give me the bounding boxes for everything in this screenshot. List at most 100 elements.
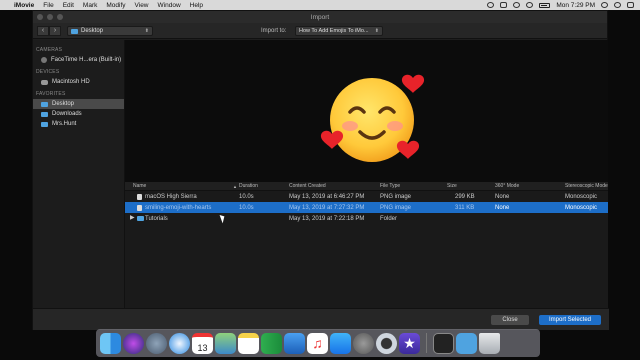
siri-icon[interactable] <box>123 332 144 354</box>
sidebar-item-home[interactable]: Mrs.Hunt <box>33 119 124 129</box>
location-select[interactable]: Desktop ⬍ <box>67 26 153 36</box>
table-row[interactable]: ▶ Tutorials May 13, 2019 at 7:22:18 PM F… <box>125 213 608 224</box>
sidebar-item-label: Desktop <box>52 101 75 107</box>
sidebar-item-facetime-camera[interactable]: FaceTime H...era (Built-in) <box>33 55 124 65</box>
minimize-window-icon[interactable] <box>47 14 53 20</box>
close-button[interactable]: Close <box>491 315 529 325</box>
file-name: Tutorials <box>145 215 168 222</box>
menu-app-name[interactable]: iMovie <box>14 2 34 9</box>
camera-icon <box>41 57 47 63</box>
user-icon[interactable] <box>614 2 621 8</box>
up-down-arrows-icon: ⬍ <box>144 28 149 34</box>
import-to-label: Import to: <box>261 28 287 34</box>
import-window: Import ‹ › Desktop ⬍ Import to: How To A… <box>32 10 609 330</box>
finder-icon[interactable] <box>100 332 121 354</box>
file-type: PNG image <box>380 204 412 211</box>
downloads-folder-icon <box>41 111 48 117</box>
notification-center-icon[interactable] <box>627 2 634 8</box>
keynote-icon[interactable] <box>284 332 305 354</box>
desktop-folder-icon <box>41 101 48 107</box>
file-created: May 13, 2019 at 7:27:32 PM <box>289 204 365 211</box>
terminal-icon[interactable] <box>433 332 454 354</box>
column-360-header[interactable]: 360° Mode <box>495 183 519 189</box>
launchpad-icon[interactable] <box>146 332 167 354</box>
column-size-header[interactable]: Size <box>447 183 457 189</box>
preview-icon[interactable] <box>215 332 236 354</box>
back-button[interactable]: ‹ <box>37 26 49 36</box>
table-row[interactable]: macOS High Sierra 10.0s May 13, 2019 at … <box>125 191 608 202</box>
menu-clock[interactable]: Mon 7:29 PM <box>556 2 595 9</box>
numbers-icon[interactable] <box>261 332 282 354</box>
menu-mark[interactable]: Mark <box>83 2 97 9</box>
volume-icon[interactable] <box>526 2 534 8</box>
app-store-icon[interactable] <box>330 332 351 354</box>
import-selected-button[interactable]: Import Selected <box>539 315 601 325</box>
menu-file[interactable]: File <box>43 2 53 9</box>
window-title: Import <box>310 13 330 21</box>
file-stereo-mode: Monoscopic <box>565 204 598 211</box>
airplay-icon[interactable] <box>500 2 508 8</box>
nav-buttons: ‹ › <box>37 26 61 36</box>
column-created-header[interactable]: Content Created <box>289 183 326 189</box>
import-to-select[interactable]: How To Add Emojis To iMo... ⬍ <box>295 26 383 36</box>
dock-divider <box>426 333 427 353</box>
image-file-icon <box>137 205 142 211</box>
menu-window[interactable]: Window <box>158 2 181 9</box>
file-list: Name ▲ Duration Content Created File Typ… <box>125 182 608 308</box>
system-preferences-icon[interactable] <box>353 332 374 354</box>
import-to-value: How To Add Emojis To iMo... <box>299 28 369 34</box>
sidebar-item-label: Mrs.Hunt <box>52 121 77 127</box>
file-360-mode: None <box>495 193 510 200</box>
file-duration: 10.0s <box>239 204 254 211</box>
file-created: May 13, 2019 at 6:46:27 PM <box>289 193 365 200</box>
image-file-icon <box>137 194 142 200</box>
hard-drive-icon <box>41 79 48 85</box>
folder-icon <box>71 28 78 34</box>
file-size: 311 KB <box>455 204 475 211</box>
column-name-header[interactable]: Name <box>133 183 146 189</box>
file-list-header: Name ▲ Duration Content Created File Typ… <box>125 182 608 191</box>
file-360-mode: None <box>495 204 510 211</box>
menu-help[interactable]: Help <box>190 2 203 9</box>
zoom-window-icon[interactable] <box>57 14 63 20</box>
sidebar-section-favorites: FAVORITES <box>36 91 66 97</box>
record-icon[interactable] <box>487 2 495 8</box>
safari-icon[interactable] <box>169 332 190 354</box>
folder-icon[interactable] <box>456 332 477 354</box>
table-row-selected[interactable]: smiling-emoji-with-hearts 10.0s May 13, … <box>125 202 608 213</box>
column-type-header[interactable]: File Type <box>380 183 400 189</box>
file-created: May 13, 2019 at 7:22:18 PM <box>289 215 365 222</box>
music-icon[interactable]: ♫ <box>307 332 328 354</box>
menu-view[interactable]: View <box>135 2 149 9</box>
close-window-icon[interactable] <box>37 14 43 20</box>
import-toolbar: ‹ › Desktop ⬍ Import to: How To Add Emoj… <box>33 23 607 39</box>
menu-bar: iMovie File Edit Mark Modify View Window… <box>0 0 640 10</box>
sidebar-item-macintosh-hd[interactable]: Macintosh HD <box>33 77 124 87</box>
file-duration: 10.0s <box>239 193 254 200</box>
menu-edit[interactable]: Edit <box>63 2 74 9</box>
imovie-icon[interactable]: ★ <box>399 332 420 354</box>
notes-icon[interactable] <box>238 332 259 354</box>
sidebar: CAMERAS FaceTime H...era (Built-in) DEVI… <box>33 40 125 308</box>
search-icon[interactable] <box>601 2 608 8</box>
forward-button[interactable]: › <box>49 26 61 36</box>
disclosure-triangle-icon[interactable]: ▶ <box>130 214 135 221</box>
wifi-icon[interactable] <box>513 2 521 8</box>
file-size: 299 KB <box>455 193 475 200</box>
calendar-icon[interactable]: 13 <box>192 332 213 354</box>
file-name: macOS High Sierra <box>145 193 197 200</box>
menu-modify[interactable]: Modify <box>106 2 125 9</box>
battery-icon[interactable] <box>539 2 551 8</box>
sidebar-item-desktop[interactable]: Desktop <box>33 99 124 109</box>
home-folder-icon <box>41 121 48 127</box>
sidebar-section-cameras: CAMERAS <box>36 47 63 53</box>
import-footer: Close Import Selected <box>33 308 609 330</box>
file-name: smiling-emoji-with-hearts <box>145 204 212 211</box>
sidebar-item-downloads[interactable]: Downloads <box>33 109 124 119</box>
quicktime-icon[interactable] <box>376 332 397 354</box>
trash-icon[interactable] <box>479 332 500 354</box>
folder-icon <box>137 216 144 221</box>
column-duration-header[interactable]: Duration <box>239 183 258 189</box>
column-stereo-header[interactable]: Stereoscopic Mode <box>565 183 608 189</box>
file-type: Folder <box>380 215 398 222</box>
